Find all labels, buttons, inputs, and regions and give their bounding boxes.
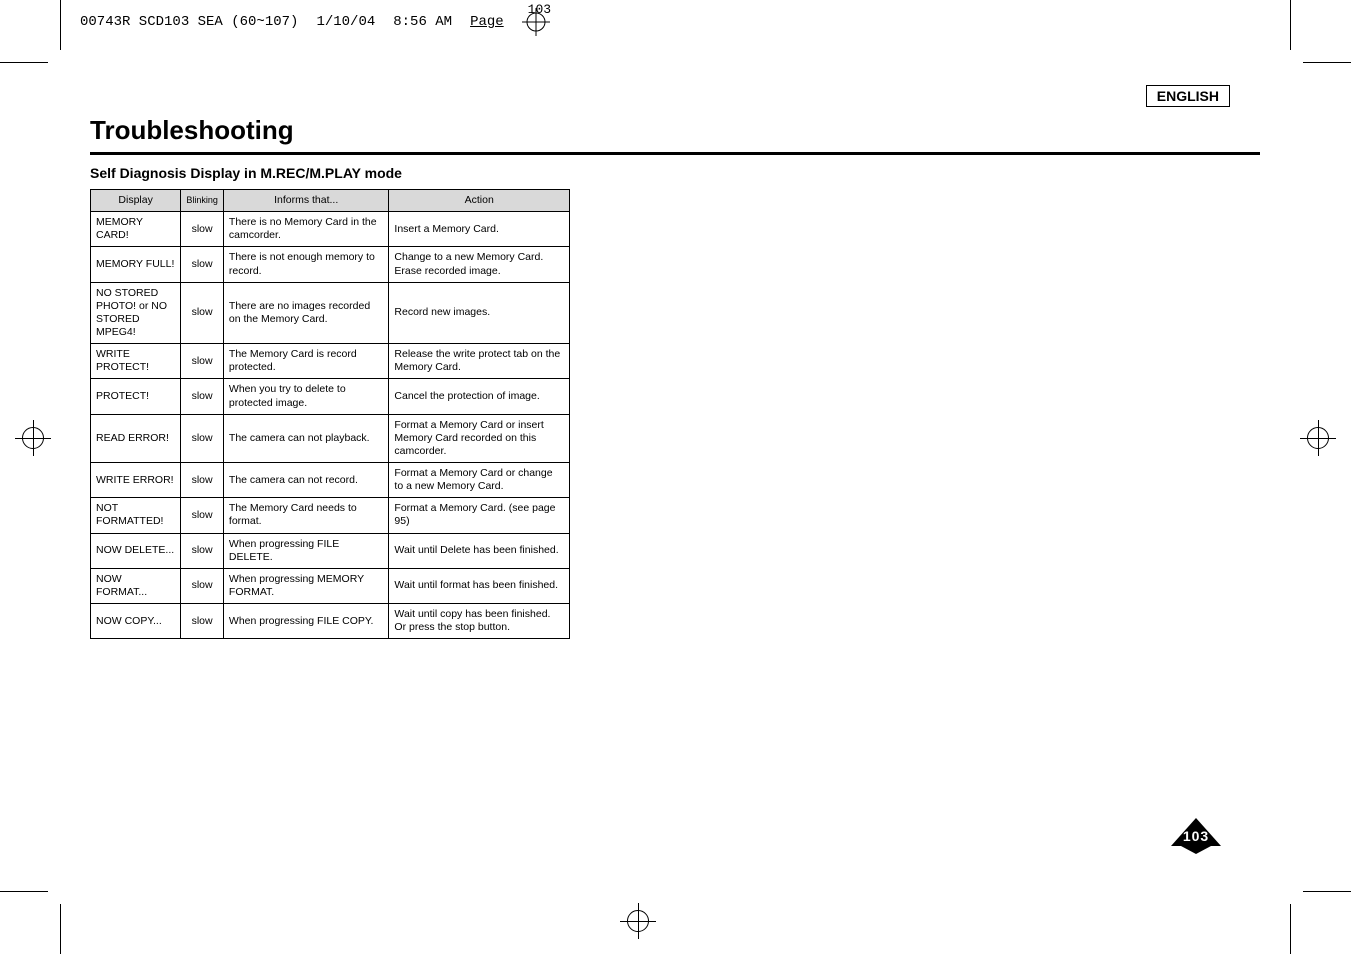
cell-display: WRITE PROTECT! [91,344,181,379]
plate-page-partial: 103 [528,2,551,17]
crop-mark [1303,62,1351,63]
crop-mark [0,891,48,892]
table-header-row: Display Blinking Informs that... Action [91,190,570,212]
table-row: MEMORY CARD!slowThere is no Memory Card … [91,212,570,247]
table-row: NOW DELETE...slowWhen progressing FILE D… [91,533,570,568]
cell-blinking: slow [181,344,224,379]
plate-date: 1/10/04 [316,14,375,30]
crop-mark [1290,0,1291,50]
cell-blinking: slow [181,212,224,247]
cell-blinking: slow [181,414,224,462]
cell-informs: The camera can not record. [223,463,389,498]
cell-display: MEMORY FULL! [91,247,181,282]
cell-blinking: slow [181,533,224,568]
cell-blinking: slow [181,247,224,282]
cell-informs: When progressing FILE COPY. [223,604,389,639]
cell-blinking: slow [181,498,224,533]
cell-blinking: slow [181,463,224,498]
table-row: WRITE ERROR!slowThe camera can not recor… [91,463,570,498]
cell-action: Format a Memory Card. (see page 95) [389,498,570,533]
plate-filename: 00743R SCD103 SEA (60~107) [80,14,298,30]
cell-display: READ ERROR! [91,414,181,462]
cell-action: Cancel the protection of image. [389,379,570,414]
cell-display: WRITE ERROR! [91,463,181,498]
crop-mark [60,0,61,50]
cell-display: PROTECT! [91,379,181,414]
cell-informs: The Memory Card is record protected. [223,344,389,379]
cell-informs: The Memory Card needs to format. [223,498,389,533]
cell-action: Wait until format has been finished. [389,568,570,603]
cell-blinking: slow [181,568,224,603]
page-title: Troubleshooting [90,115,1260,146]
plate-page-label: Page [470,14,504,30]
cell-display: NOW COPY... [91,604,181,639]
cell-informs: The camera can not playback. [223,414,389,462]
cell-informs: There is no Memory Card in the camcorder… [223,212,389,247]
col-informs: Informs that... [223,190,389,212]
print-plate-header: 00743R SCD103 SEA (60~107) 1/10/04 8:56 … [80,8,550,36]
cell-informs: There is not enough memory to record. [223,247,389,282]
page-number: 103 [1171,818,1221,854]
table-row: NOW COPY...slowWhen progressing FILE COP… [91,604,570,639]
cell-display: NO STORED PHOTO! or NO STORED MPEG4! [91,282,181,344]
table-row: WRITE PROTECT!slowThe Memory Card is rec… [91,344,570,379]
cell-display: MEMORY CARD! [91,212,181,247]
cell-informs: When you try to delete to protected imag… [223,379,389,414]
cell-informs: When progressing FILE DELETE. [223,533,389,568]
col-blinking: Blinking [181,190,224,212]
cell-display: NOW FORMAT... [91,568,181,603]
document-page: ENGLISH Troubleshooting Self Diagnosis D… [90,85,1260,639]
table-row: PROTECT!slowWhen you try to delete to pr… [91,379,570,414]
cell-action: Insert a Memory Card. [389,212,570,247]
section-subhead: Self Diagnosis Display in M.REC/M.PLAY m… [90,165,1260,181]
cell-display: NOT FORMATTED! [91,498,181,533]
table-row: READ ERROR!slowThe camera can not playba… [91,414,570,462]
table-row: MEMORY FULL!slowThere is not enough memo… [91,247,570,282]
cell-action: Wait until Delete has been finished. [389,533,570,568]
diagnosis-table: Display Blinking Informs that... Action … [90,189,570,639]
cell-action: Record new images. [389,282,570,344]
registration-mark-icon [620,903,656,939]
table-row: NOT FORMATTED!slowThe Memory Card needs … [91,498,570,533]
crop-mark [60,904,61,954]
cell-blinking: slow [181,604,224,639]
cell-action: Format a Memory Card or change to a new … [389,463,570,498]
col-action: Action [389,190,570,212]
crop-mark [1303,891,1351,892]
cell-blinking: slow [181,282,224,344]
crop-mark [1290,904,1291,954]
cell-informs: There are no images recorded on the Memo… [223,282,389,344]
crop-mark [0,62,48,63]
table-row: NOW FORMAT...slowWhen progressing MEMORY… [91,568,570,603]
cell-display: NOW DELETE... [91,533,181,568]
registration-mark-icon [1300,420,1336,456]
table-row: NO STORED PHOTO! or NO STORED MPEG4!slow… [91,282,570,344]
cell-informs: When progressing MEMORY FORMAT. [223,568,389,603]
cell-action: Format a Memory Card or insert Memory Ca… [389,414,570,462]
cell-action: Release the write protect tab on the Mem… [389,344,570,379]
title-rule [90,152,1260,155]
col-display: Display [91,190,181,212]
cell-action: Change to a new Memory Card. Erase recor… [389,247,570,282]
plate-time: 8:56 AM [393,14,452,30]
cell-blinking: slow [181,379,224,414]
page-number-badge: 103 [1171,818,1221,854]
registration-mark-icon: 103 [522,8,550,36]
registration-mark-icon [15,420,51,456]
cell-action: Wait until copy has been finished. Or pr… [389,604,570,639]
language-badge: ENGLISH [1146,85,1230,107]
